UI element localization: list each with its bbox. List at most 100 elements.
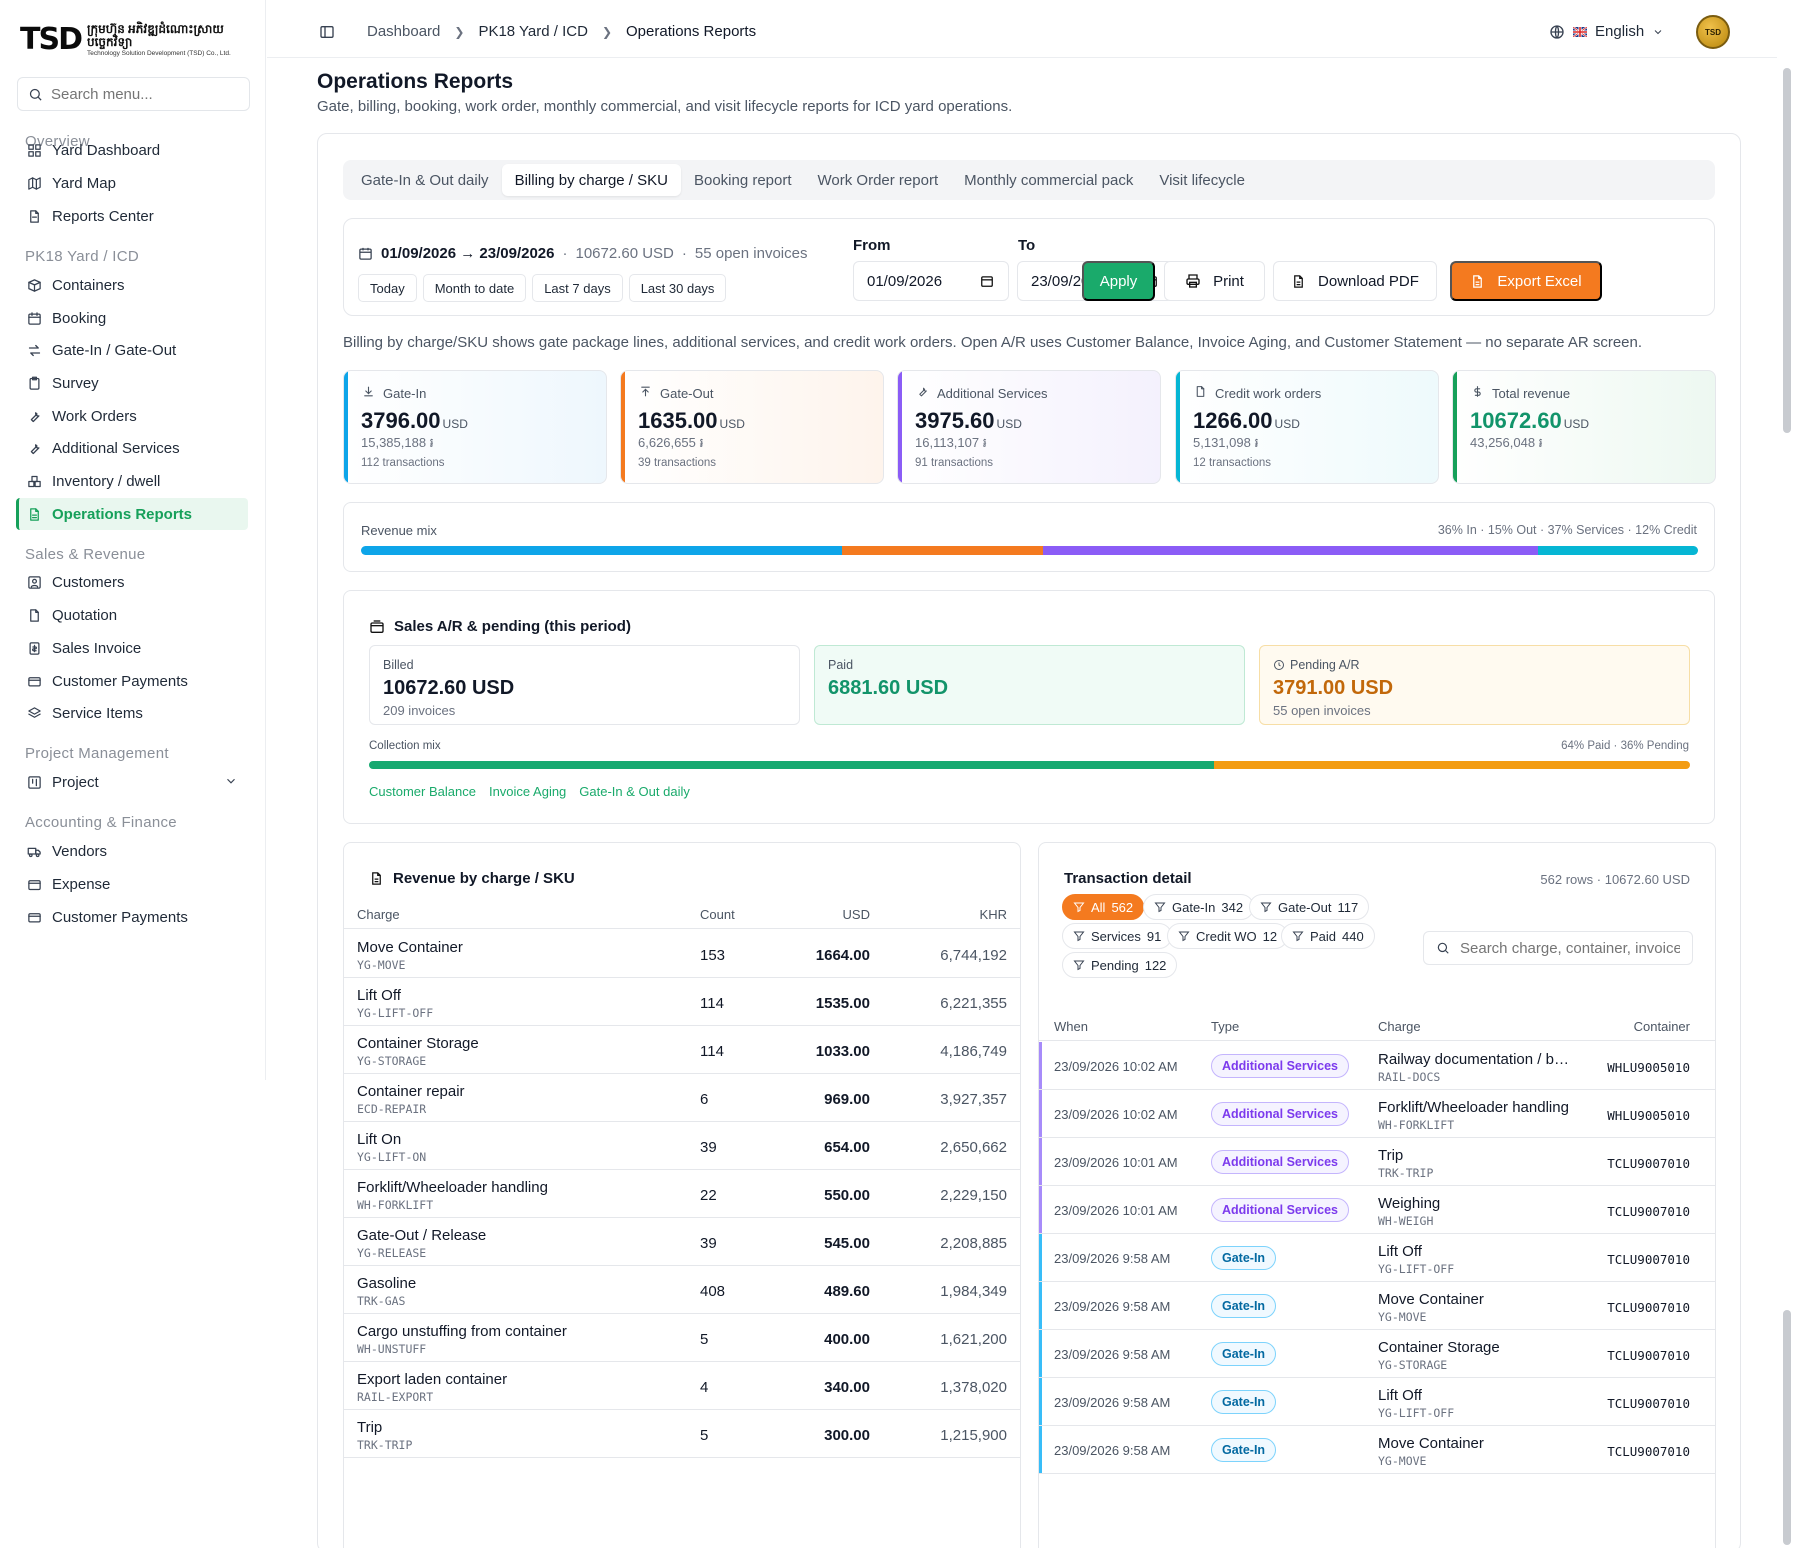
filter-chip-all[interactable]: All 562 — [1062, 894, 1145, 920]
table-row[interactable]: 23/09/2026 9:58 AM Gate-In Move Container Y… — [1039, 1426, 1715, 1474]
charge-sku: RAIL-EXPORT — [357, 1390, 434, 1404]
table-row[interactable]: Container repair ECD-REPAIR 6 969.00 3,927,3… — [344, 1074, 1020, 1122]
menu-search[interactable] — [17, 77, 250, 111]
quick-today-button[interactable]: Today — [358, 274, 417, 302]
transaction-search-input[interactable] — [1460, 939, 1680, 957]
sidebar-item-yard-dashboard[interactable]: Yard Dashboard — [16, 134, 248, 166]
table-row[interactable]: Container Storage YG-STORAGE 114 1033.00 4,1… — [344, 1026, 1020, 1074]
sidebar-item-expense[interactable]: Expense — [16, 868, 248, 900]
col-container[interactable]: Container — [1634, 1019, 1690, 1034]
download-pdf-button[interactable]: Download PDF — [1273, 261, 1437, 301]
menu-search-input[interactable] — [51, 85, 231, 103]
table-row[interactable]: 23/09/2026 10:02 AM Additional Services Fo… — [1039, 1090, 1715, 1138]
from-date-value: 01/09/2026 — [867, 272, 943, 290]
sidebar-item-sales-invoice[interactable]: Sales Invoice — [16, 632, 248, 664]
sidebar-item-booking[interactable]: Booking — [16, 302, 248, 334]
gate-in-out-daily-link[interactable]: Gate-In & Out daily — [579, 784, 690, 799]
tab-visit-lifecycle[interactable]: Visit lifecycle — [1146, 164, 1258, 196]
clock-icon — [1274, 660, 1284, 670]
table-row[interactable]: Trip TRK-TRIP 5 300.00 1,215,900 — [344, 1410, 1020, 1458]
filter-chip-services[interactable]: Services 91 — [1062, 923, 1173, 949]
sidebar-item-customer-payments[interactable]: Customer Payments — [16, 665, 248, 697]
nav-section-accounting: Accounting & Finance — [25, 814, 177, 831]
table-row[interactable]: Lift On YG-LIFT-ON 39 654.00 2,650,662 — [344, 1122, 1020, 1170]
sidebar-item-quotation[interactable]: Quotation — [16, 599, 248, 631]
col-charge[interactable]: Charge — [357, 907, 400, 922]
filter-chip-pending[interactable]: Pending 122 — [1062, 952, 1178, 978]
sidebar-item-work-orders[interactable]: Work Orders — [16, 400, 248, 432]
tab-booking-report[interactable]: Booking report — [681, 164, 805, 196]
table-row[interactable]: 23/09/2026 9:58 AM Gate-In Container Stora… — [1039, 1330, 1715, 1378]
tx-when: 23/09/2026 9:58 AM — [1054, 1347, 1171, 1362]
sidebar-item-inventory-dwell[interactable]: Inventory / dwell — [16, 465, 248, 497]
sidebar-item-label: Yard Dashboard — [52, 141, 161, 159]
sidebar-item-customers[interactable]: Customers — [16, 566, 248, 598]
tab-monthly-commercial-pack[interactable]: Monthly commercial pack — [951, 164, 1146, 196]
apply-button[interactable]: Apply — [1082, 261, 1155, 301]
quick-last-7-days-button[interactable]: Last 7 days — [532, 274, 623, 302]
sidebar-item-label: Sales Invoice — [52, 639, 142, 657]
charge-usd: 1033.00 — [815, 1043, 870, 1060]
table-row[interactable]: Gasoline TRK-GAS 408 489.60 1,984,349 — [344, 1266, 1020, 1314]
table-row[interactable]: Lift Off YG-LIFT-OFF 114 1535.00 6,221,355 — [344, 978, 1020, 1026]
sidebar-item-containers[interactable]: Containers — [16, 269, 248, 301]
col-type[interactable]: Type — [1211, 1019, 1239, 1034]
page-scrollbar[interactable] — [1783, 68, 1791, 433]
export-excel-button[interactable]: Export Excel — [1450, 261, 1602, 301]
col-charge[interactable]: Charge — [1378, 1019, 1421, 1034]
table-row[interactable]: 23/09/2026 10:01 AM Additional Services We… — [1039, 1186, 1715, 1234]
sidebar-item-gate-in-gate-out[interactable]: Gate-In / Gate-Out — [16, 334, 248, 366]
transaction-search[interactable] — [1423, 931, 1693, 965]
filter-chip-paid[interactable]: Paid 440 — [1281, 923, 1375, 949]
col-usd[interactable]: USD — [843, 907, 870, 922]
breadcrumb-yard[interactable]: PK18 Yard / ICD — [478, 23, 588, 40]
sidebar-item-operations-reports[interactable]: Operations Reports — [16, 498, 248, 530]
logo-mark: TSD — [20, 22, 83, 57]
breadcrumb-current: Operations Reports — [626, 23, 757, 40]
sidebar-toggle-icon[interactable] — [319, 24, 335, 40]
sidebar-item-survey[interactable]: Survey — [16, 367, 248, 399]
filter-chip-credit-wo[interactable]: Credit WO 12 — [1167, 923, 1289, 949]
globe-icon — [1550, 24, 1564, 39]
table-row[interactable]: Export laden container RAIL-EXPORT 4 340.00… — [344, 1362, 1020, 1410]
user-avatar[interactable]: TSD — [1696, 15, 1730, 49]
sidebar-item-additional-services[interactable]: Additional Services — [16, 432, 248, 464]
customer-balance-link[interactable]: Customer Balance — [369, 784, 476, 799]
table-row[interactable]: Cargo unstuffing from container WH-UNSTUF… — [344, 1314, 1020, 1362]
table-row[interactable]: 23/09/2026 9:58 AM Gate-In Lift Off YG-LIFT… — [1039, 1234, 1715, 1282]
col-count[interactable]: Count — [700, 907, 735, 922]
table-row[interactable]: 23/09/2026 9:58 AM Gate-In Move Container Y… — [1039, 1282, 1715, 1330]
tab-work-order-report[interactable]: Work Order report — [805, 164, 952, 196]
filter-chip-gate-out[interactable]: Gate-Out 117 — [1249, 894, 1370, 920]
col-khr[interactable]: KHR — [980, 907, 1007, 922]
filter-chip-gate-in[interactable]: Gate-In 342 — [1143, 894, 1255, 920]
table-row[interactable]: 23/09/2026 10:01 AM Additional Services Tr… — [1039, 1138, 1715, 1186]
print-button[interactable]: Print — [1164, 261, 1265, 301]
chip-label: All — [1091, 899, 1106, 915]
invoice-aging-link[interactable]: Invoice Aging — [489, 784, 566, 799]
sidebar-item-customer-payments[interactable]: Customer Payments — [16, 901, 248, 933]
sidebar-item-vendors[interactable]: Vendors — [16, 835, 248, 867]
sidebar-item-reports-center[interactable]: Reports Center — [16, 200, 248, 232]
tab-billing-by-charge-sku[interactable]: Billing by charge / SKU — [501, 164, 681, 196]
language-selector[interactable]: English — [1549, 23, 1664, 40]
page-scrollbar-lower[interactable] — [1783, 1310, 1791, 1545]
table-row[interactable]: Forklift/Wheeloader handling WH-FORKLIFT 2… — [344, 1170, 1020, 1218]
col-when[interactable]: When — [1054, 1019, 1088, 1034]
tx-sku: YG-MOVE — [1378, 1310, 1427, 1324]
company-logo[interactable]: TSD ក្រុមហ៊ុន អភិវឌ្ឍដំណោះស្រាយបច្ចេកវិទ… — [20, 22, 250, 58]
quick-last-30-days-button[interactable]: Last 30 days — [628, 274, 727, 302]
sidebar-item-service-items[interactable]: Service Items — [16, 697, 248, 729]
table-row[interactable]: Gate-Out / Release YG-RELEASE 39 545.00 2,20… — [344, 1218, 1020, 1266]
table-row[interactable]: 23/09/2026 10:02 AM Additional Services Ra… — [1039, 1042, 1715, 1090]
quick-month-to-date-button[interactable]: Month to date — [422, 274, 527, 302]
table-row[interactable]: Move Container YG-MOVE 153 1664.00 6,744,192 — [344, 930, 1020, 978]
breadcrumb-dashboard[interactable]: Dashboard — [367, 23, 440, 40]
tab-gate-in-out-daily[interactable]: Gate-In & Out daily — [348, 164, 502, 196]
table-row[interactable]: 23/09/2026 9:58 AM Gate-In Lift Off YG-LIFT… — [1039, 1378, 1715, 1426]
filter-icon — [1260, 902, 1272, 913]
from-date-input[interactable]: 01/09/2026 — [853, 261, 1009, 301]
sidebar-item-yard-map[interactable]: Yard Map — [16, 167, 248, 199]
chevron-down-icon[interactable] — [224, 774, 238, 788]
sidebar-item-project[interactable]: Project — [16, 766, 248, 798]
